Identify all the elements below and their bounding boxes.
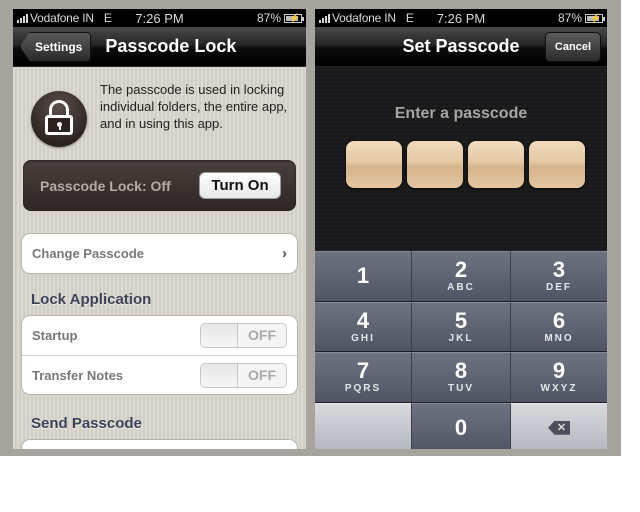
page-title: Set Passcode [402,36,520,56]
passcode-lock-panel: Passcode Lock: Off Turn On [23,160,296,211]
transfer-notes-label: Transfer Notes [32,367,124,383]
nav-bar: Settings Passcode Lock [13,27,306,67]
change-passcode-row[interactable]: Change Passcode › [22,234,297,273]
clock: 7:26 PM [436,10,486,26]
passcode-digit-field[interactable] [407,141,463,188]
battery-icon: ⚡ [284,13,304,23]
settings-content: The passcode is used in locking individu… [13,67,306,449]
send-passcode-header: Send Passcode [31,415,142,432]
cancel-button[interactable]: Cancel [544,32,601,62]
startup-row: Startup OFF [22,316,297,355]
settings-back-button[interactable]: Settings [20,31,92,62]
key-2[interactable]: 2 ABC [411,251,510,301]
startup-label: Startup [32,328,78,343]
startup-toggle[interactable]: OFF [200,323,287,348]
change-passcode-group: Change Passcode › [21,233,298,274]
passcode-lock-screen: Vodafone IN E 7:26 PM 87% ⚡ Settings Pas… [13,9,306,449]
battery-icon: ⚡ [585,13,605,23]
page-title: Passcode Lock [105,36,237,56]
send-passcode-group[interactable] [21,439,298,449]
transfer-notes-row: Transfer Notes OFF [22,355,297,394]
network-type: E [405,11,414,25]
lock-icon [31,91,87,147]
signal-icon [17,13,28,23]
transfer-notes-toggle[interactable]: OFF [200,362,287,388]
passcode-entry-area: Enter a passcode [315,67,607,251]
key-7[interactable]: 7 PQRS [315,352,411,402]
key-3[interactable]: 3 DEF [510,251,607,301]
chevron-right-icon: › [282,245,287,262]
delete-icon: ✕ [548,420,570,435]
passcode-fields [346,141,585,188]
key-8[interactable]: 8 TUV [411,352,510,402]
key-6[interactable]: 6 MNO [510,301,607,351]
passcode-prompt: Enter a passcode [394,105,528,122]
carrier-label: Vodafone IN [332,11,396,25]
key-0[interactable]: 0 [411,402,510,449]
status-bar: Vodafone IN E 7:26 PM 87% ⚡ [13,9,306,27]
key-9[interactable]: 9 WXYZ [510,352,607,402]
set-passcode-screen: Vodafone IN E 7:26 PM 87% ⚡ Set Passcode… [315,9,607,449]
turn-on-button[interactable]: Turn On [199,172,281,199]
lock-status-label: Passcode Lock: Off [40,177,171,194]
passcode-info: The passcode is used in locking individu… [31,81,296,147]
info-text: The passcode is used in locking individu… [100,82,288,131]
key-1[interactable]: 1 [315,251,411,301]
battery-percent: 87% [256,11,281,25]
numeric-keypad: 1 2 ABC 3 DEF 4 GHI 5 JKL 6 MNO 7 PQRS 8 TUV 9W… [315,251,607,449]
signal-icon [319,13,330,23]
carrier-label: Vodafone IN [30,11,94,25]
clock: 7:26 PM [135,10,184,26]
nav-bar: Set Passcode Cancel [315,27,607,67]
key-5[interactable]: 5 JKL [411,301,510,351]
delete-key[interactable]: ✕ [510,402,607,449]
key-blank [315,402,411,449]
network-type: E [103,11,112,25]
passcode-digit-field[interactable] [529,141,585,188]
status-bar: Vodafone IN E 7:26 PM 87% ⚡ [315,9,607,27]
passcode-digit-field[interactable] [346,141,402,188]
lock-application-group: Startup OFF Transfer Notes OFF [21,315,298,395]
lock-application-header: Lock Application [31,291,152,308]
key-4[interactable]: 4 GHI [315,301,411,351]
battery-percent: 87% [557,11,582,25]
change-passcode-label: Change Passcode [32,246,144,261]
passcode-digit-field[interactable] [468,141,524,188]
